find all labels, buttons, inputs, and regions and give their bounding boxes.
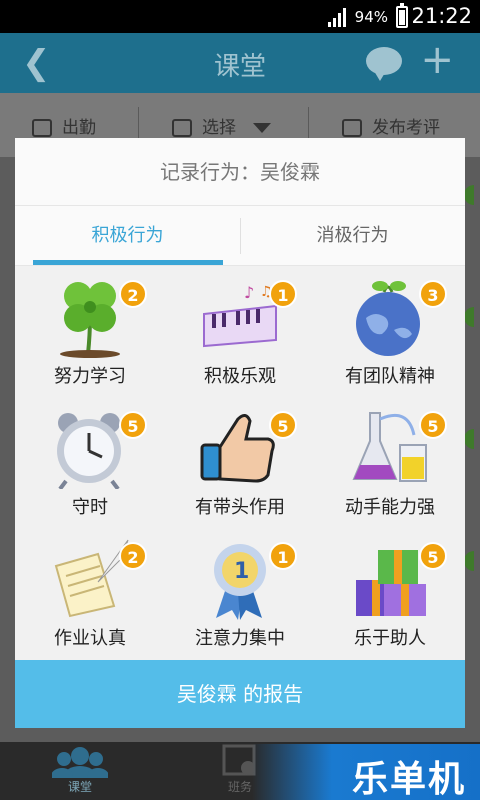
tab-positive-behavior[interactable]: 积极行为 [15,206,240,266]
chat-bubble-icon[interactable] [366,47,402,81]
app-bar: ❮ 课堂 + [0,33,480,93]
globe-icon [356,281,420,356]
behavior-label: 有团队精神 [345,366,435,387]
tab-negative-behavior[interactable]: 消极行为 [240,206,465,266]
people-icon[interactable] [52,744,108,778]
count-badge: 2 [119,280,147,308]
calendar-icon [342,119,362,137]
battery-icon [396,3,408,28]
watermark: 乐单机 [252,744,480,800]
behavior-label: 积极乐观 [204,366,276,387]
piano-icon: ♪ ♫ [203,283,277,348]
svg-text:♪: ♪ [244,283,254,302]
behavior-item[interactable]: 2 努力学习 [15,266,165,397]
behavior-item[interactable]: 5 有带头作用 [165,397,315,528]
signal-icon [328,7,350,27]
publish-review-button[interactable]: 发布考评 [342,113,440,138]
dropdown-arrow-icon [253,123,272,133]
behavior-item[interactable]: 5 守时 [15,397,165,528]
attendance-icon [32,119,52,137]
behavior-tabs: 积极行为 消极行为 [15,206,465,266]
svg-text:1: 1 [234,559,249,584]
clover-icon [60,282,120,358]
attendance-button[interactable]: 出勤 [32,113,96,138]
count-badge: 1 [269,542,297,570]
behavior-item[interactable]: 5 乐于助人 [315,528,465,659]
count-badge: 1 [269,280,297,308]
nav-label-classroom[interactable]: 课堂 [68,778,92,795]
behavior-item[interactable]: 1 1 注意力集中 [165,528,315,659]
plus-icon[interactable]: + [420,37,454,83]
behavior-label: 动手能力强 [345,497,435,518]
active-tab-indicator [33,260,223,265]
count-badge: 5 [269,411,297,439]
count-badge: 3 [419,280,447,308]
behavior-label: 作业认真 [54,628,126,649]
behavior-item[interactable]: 2 作业认真 [15,528,165,659]
record-behavior-dialog: 记录行为：吴俊霖 积极行为 消极行为 2 努力学习 ♪ ♫ 1 积极乐观 3 有… [15,138,465,728]
nav-label-class-affairs[interactable]: 班务 [228,778,252,795]
behavior-item[interactable]: 5 动手能力强 [315,397,465,528]
alarm-clock-icon [57,413,121,489]
paper-quill-icon [54,539,129,618]
status-bar: 94% 21:22 [0,0,480,33]
select-button[interactable]: 选择 [172,113,272,138]
calendar-icon [172,119,192,137]
count-badge: 5 [119,411,147,439]
behavior-item[interactable]: ♪ ♫ 1 积极乐观 [165,266,315,397]
count-badge: 5 [419,411,447,439]
thumbs-up-icon [200,414,275,483]
lab-flask-icon [352,412,427,482]
behavior-label: 乐于助人 [354,628,426,649]
student-report-button[interactable]: 吴俊霖 的报告 [15,660,465,728]
behavior-label: 有带头作用 [195,497,285,518]
behavior-label: 注意力集中 [195,628,285,649]
count-badge: 2 [119,542,147,570]
medal-icon: 1 [214,544,266,620]
behavior-grid: 2 努力学习 ♪ ♫ 1 积极乐观 3 有团队精神 5 守时 5 有带头作用 5… [15,266,465,660]
count-badge: 5 [419,542,447,570]
clock: 21:22 [411,4,472,28]
gift-icon [356,550,426,616]
battery-percent: 94% [354,8,388,26]
behavior-label: 守时 [72,497,108,518]
dialog-title: 记录行为：吴俊霖 [15,138,465,206]
behavior-label: 努力学习 [54,366,126,387]
behavior-item[interactable]: 3 有团队精神 [315,266,465,397]
page-title: 课堂 [213,52,266,82]
